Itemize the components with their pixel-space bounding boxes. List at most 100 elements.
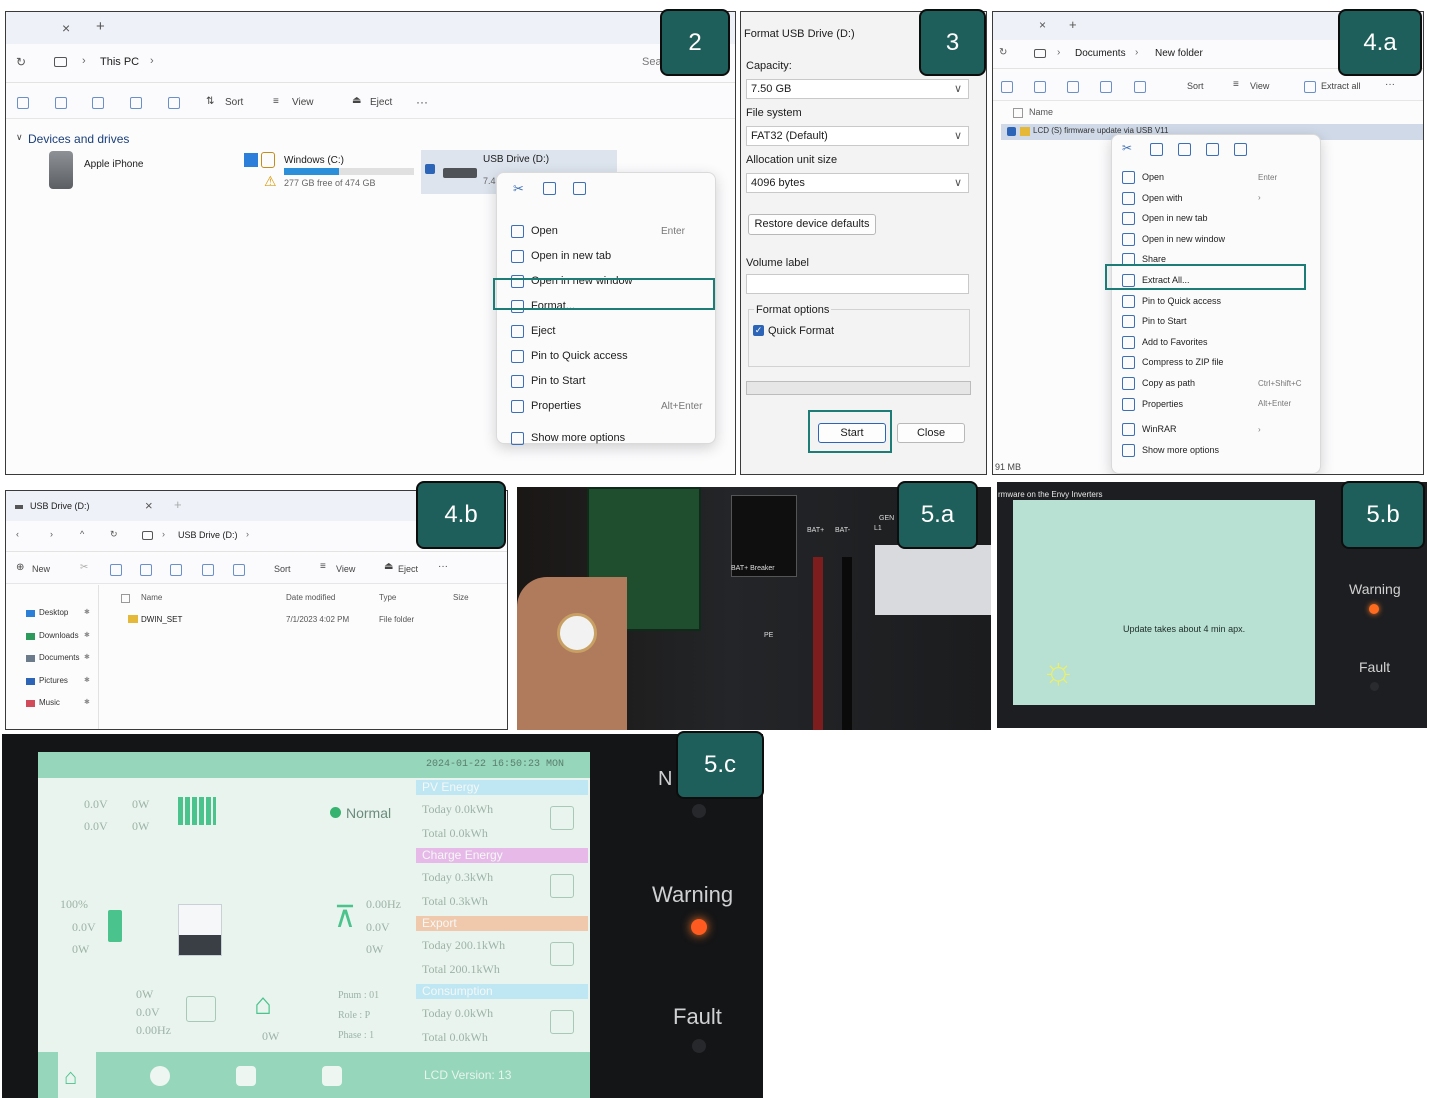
rename-icon[interactable] — [1178, 143, 1191, 156]
new-button[interactable]: New — [32, 564, 50, 574]
settings-nav-icon[interactable] — [322, 1066, 342, 1086]
breadcrumb-usb-drive[interactable]: USB Drive (D:) — [178, 530, 238, 540]
rename-icon[interactable] — [1067, 81, 1079, 93]
copy-icon[interactable] — [110, 564, 122, 576]
back-icon[interactable]: ‹ — [16, 529, 19, 539]
share-icon[interactable] — [202, 564, 214, 576]
view-button[interactable]: View — [292, 97, 314, 108]
search-input[interactable]: Sea — [642, 56, 662, 68]
chart-nav-icon[interactable] — [150, 1066, 170, 1086]
view-button[interactable]: View — [336, 564, 355, 574]
checkbox-checked[interactable] — [1007, 127, 1016, 136]
cut-icon[interactable]: ✂ — [513, 181, 524, 197]
share-icon[interactable] — [1100, 81, 1112, 93]
nav-item[interactable]: Downloads ✱ — [26, 630, 96, 644]
monitor-icon[interactable] — [54, 57, 67, 67]
column-header[interactable]: Type — [379, 593, 396, 602]
checkbox-checked[interactable] — [425, 164, 435, 174]
context-menu-item[interactable]: Open with › — [1112, 188, 1320, 208]
rename-icon[interactable] — [92, 97, 104, 109]
tab-title[interactable]: USB Drive (D:) — [30, 501, 90, 511]
paste-icon[interactable] — [140, 564, 152, 576]
nav-item[interactable]: Documents ✱ — [26, 652, 96, 666]
forward-icon[interactable]: › — [50, 529, 53, 539]
eject-button[interactable]: Eject — [370, 97, 392, 108]
close-tab-icon[interactable]: × — [62, 20, 70, 36]
pin-icon[interactable]: ✱ — [84, 608, 90, 616]
share-icon[interactable] — [130, 97, 142, 109]
breadcrumb-new-folder[interactable]: New folder — [1155, 48, 1203, 59]
context-menu-item[interactable]: Properties Alt+Enter — [1112, 394, 1320, 414]
copy-icon[interactable] — [1034, 81, 1046, 93]
close-tab-icon[interactable]: × — [1039, 18, 1046, 32]
column-header[interactable]: Size — [453, 593, 469, 602]
alarm-nav-icon[interactable] — [236, 1066, 256, 1086]
context-menu-item[interactable]: Open Enter — [497, 221, 715, 241]
rename-icon[interactable] — [573, 182, 586, 195]
nav-item[interactable]: Desktop ✱ — [26, 607, 96, 621]
cut-icon[interactable] — [1001, 81, 1013, 93]
new-icon[interactable]: ⊕ — [16, 562, 24, 573]
restore-defaults-button[interactable]: Restore device defaults — [748, 214, 876, 235]
context-menu-item[interactable]: Pin to Quick access — [1112, 291, 1320, 311]
column-header[interactable]: Name — [141, 593, 162, 602]
copy-icon[interactable] — [55, 97, 67, 109]
drive-apple-iphone[interactable]: Apple iPhone — [46, 151, 206, 191]
pin-icon[interactable]: ✱ — [84, 653, 90, 661]
view-icon[interactable]: ≡ — [320, 561, 326, 572]
chevron-down-icon[interactable]: ∨ — [16, 132, 23, 143]
context-menu-item[interactable]: Properties Alt+Enter — [497, 396, 715, 416]
context-menu-item[interactable]: Open in new tab — [1112, 208, 1320, 228]
context-menu-item[interactable]: Add to Favorites — [1112, 332, 1320, 352]
breadcrumb-this-pc[interactable]: This PC — [100, 56, 139, 68]
context-menu-item[interactable]: Open in new window — [1112, 229, 1320, 249]
sort-button[interactable]: Sort — [225, 97, 243, 108]
eject-button[interactable]: Eject — [398, 564, 418, 574]
capacity-select[interactable]: 7.50 GB ∨ — [746, 79, 969, 99]
section-devices-and-drives[interactable]: Devices and drives — [28, 132, 129, 146]
view-icon[interactable]: ≡ — [273, 96, 279, 107]
more-options-button[interactable]: ··· — [1385, 79, 1395, 90]
refresh-icon[interactable]: ↻ — [16, 55, 26, 69]
share-icon[interactable] — [1206, 143, 1219, 156]
cut-icon[interactable] — [17, 97, 29, 109]
sort-button[interactable]: Sort — [274, 564, 291, 574]
copy-icon[interactable] — [543, 182, 556, 195]
file-row[interactable]: DWIN_SET 7/1/2023 4:02 PM File folder — [116, 612, 507, 628]
more-options-button[interactable]: ··· — [416, 95, 428, 109]
new-tab-icon[interactable]: + — [174, 497, 182, 512]
volume-label-input[interactable] — [746, 274, 969, 294]
context-menu-item[interactable]: Show more options — [1112, 440, 1320, 460]
delete-icon[interactable] — [1234, 143, 1247, 156]
rename-icon[interactable] — [170, 564, 182, 576]
context-menu-item[interactable]: Pin to Quick access — [497, 346, 715, 366]
context-menu-item[interactable]: Pin to Start — [1112, 311, 1320, 331]
delete-icon[interactable] — [168, 97, 180, 109]
column-header[interactable]: Date modified — [286, 593, 335, 602]
column-checkbox[interactable] — [121, 594, 130, 603]
pin-icon[interactable]: ✱ — [84, 631, 90, 639]
sort-icon[interactable]: ⇅ — [206, 96, 214, 107]
pin-icon[interactable]: ✱ — [84, 676, 90, 684]
nav-item[interactable]: Music ✱ — [26, 697, 96, 711]
allocation-select[interactable]: 4096 bytes ∨ — [746, 173, 969, 193]
context-menu-item[interactable]: Eject — [497, 321, 715, 341]
eject-icon[interactable]: ⏏ — [384, 561, 393, 572]
more-options-button[interactable]: ··· — [438, 561, 448, 572]
new-tab-icon[interactable]: + — [96, 18, 105, 35]
view-icon[interactable]: ≡ — [1233, 79, 1239, 90]
breadcrumb-documents[interactable]: Documents — [1075, 48, 1126, 59]
column-name[interactable]: Name — [1029, 107, 1053, 117]
context-menu-item[interactable]: Show more options — [497, 428, 715, 448]
context-menu-item[interactable]: Open Enter — [1112, 167, 1320, 187]
delete-icon[interactable] — [1134, 81, 1146, 93]
copy-icon[interactable] — [1150, 143, 1163, 156]
extract-icon[interactable] — [1304, 81, 1316, 93]
context-menu-item[interactable]: Pin to Start — [497, 371, 715, 391]
monitor-icon[interactable] — [1034, 49, 1046, 58]
refresh-icon[interactable]: ↻ — [110, 529, 118, 540]
extract-all-button[interactable]: Extract all — [1321, 81, 1361, 91]
file-system-select[interactable]: FAT32 (Default) ∨ — [746, 126, 969, 146]
eject-icon[interactable]: ⏏ — [352, 95, 361, 106]
refresh-icon[interactable]: ↻ — [999, 47, 1007, 58]
